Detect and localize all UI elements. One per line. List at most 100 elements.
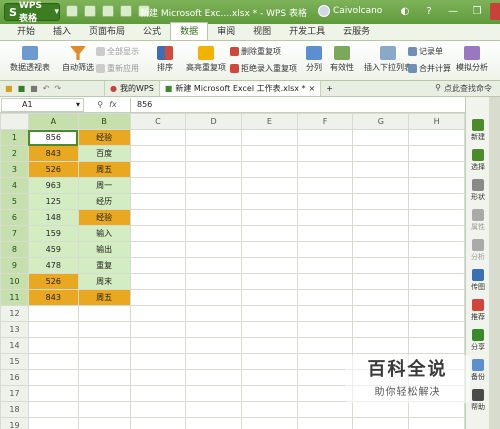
- close-tab-icon[interactable]: ×: [309, 84, 316, 93]
- cell[interactable]: [129, 161, 187, 178]
- cell[interactable]: 159: [27, 225, 79, 242]
- cell[interactable]: [241, 193, 298, 210]
- cell[interactable]: 478: [27, 257, 79, 274]
- cell[interactable]: [129, 401, 187, 418]
- cell[interactable]: [129, 337, 187, 354]
- cell[interactable]: [296, 273, 354, 290]
- cell[interactable]: [408, 161, 465, 178]
- cell[interactable]: [352, 289, 410, 306]
- row-header[interactable]: 19: [0, 417, 29, 429]
- cell[interactable]: [185, 385, 242, 402]
- row-header[interactable]: 8: [0, 241, 29, 258]
- cell[interactable]: [129, 209, 187, 226]
- row-header[interactable]: 13: [0, 321, 29, 338]
- zoom-icon[interactable]: ⚲: [97, 100, 103, 109]
- redo-small-icon[interactable]: ↷: [54, 84, 61, 93]
- cell[interactable]: [185, 177, 242, 194]
- cell[interactable]: [296, 241, 354, 258]
- tab-8[interactable]: 云服务: [334, 23, 379, 40]
- side-panel-item-1[interactable]: 选择: [466, 149, 490, 172]
- cell[interactable]: [352, 305, 410, 322]
- cell[interactable]: [352, 145, 410, 162]
- side-panel-item-3[interactable]: 属性: [466, 209, 490, 232]
- cell[interactable]: [296, 145, 354, 162]
- row-header[interactable]: 6: [0, 209, 29, 226]
- tab-workbook[interactable]: ■ 新建 Microsoft Excel 工作表.xlsx * ×: [159, 81, 322, 96]
- cell[interactable]: [241, 337, 298, 354]
- reapply-button[interactable]: 重新应用: [96, 63, 139, 74]
- reject-duplicates-button[interactable]: 拒绝录入重复项: [230, 63, 297, 74]
- cell[interactable]: [296, 129, 354, 146]
- cell[interactable]: [296, 401, 354, 418]
- row-header[interactable]: 14: [0, 337, 29, 354]
- simulate-analysis-button[interactable]: 模拟分析: [456, 46, 488, 73]
- cell[interactable]: [241, 289, 298, 306]
- tab-my-wps[interactable]: ● 我的WPS: [105, 81, 160, 96]
- cell[interactable]: 459: [27, 241, 79, 258]
- cell[interactable]: [408, 193, 465, 210]
- cell[interactable]: [241, 225, 298, 242]
- cell[interactable]: [352, 177, 410, 194]
- cell[interactable]: [185, 193, 242, 210]
- cell[interactable]: 526: [27, 161, 79, 178]
- row-header[interactable]: 18: [0, 401, 29, 418]
- cell[interactable]: [27, 321, 79, 338]
- cell[interactable]: [129, 353, 187, 370]
- row-header[interactable]: 9: [0, 257, 29, 274]
- new-tab-button[interactable]: +: [321, 84, 338, 93]
- cell[interactable]: [77, 305, 131, 322]
- cell[interactable]: [77, 401, 131, 418]
- cell[interactable]: 重复: [77, 257, 131, 274]
- cell[interactable]: 843: [27, 289, 79, 306]
- cell[interactable]: [296, 257, 354, 274]
- cell[interactable]: [408, 241, 465, 258]
- cell[interactable]: [296, 225, 354, 242]
- select-all-corner[interactable]: [0, 113, 29, 130]
- cell[interactable]: [241, 177, 298, 194]
- cell[interactable]: [352, 321, 410, 338]
- cell[interactable]: 526: [27, 273, 79, 290]
- row-header[interactable]: 4: [0, 177, 29, 194]
- cell[interactable]: [129, 257, 187, 274]
- cell[interactable]: [241, 273, 298, 290]
- cell[interactable]: [408, 289, 465, 306]
- cell[interactable]: [296, 321, 354, 338]
- cell[interactable]: [77, 417, 131, 429]
- cell[interactable]: [185, 225, 242, 242]
- cell[interactable]: 经历: [77, 193, 131, 210]
- row-header[interactable]: 15: [0, 353, 29, 370]
- row-header[interactable]: 1: [0, 129, 29, 146]
- cell[interactable]: [408, 129, 465, 146]
- row-header[interactable]: 11: [0, 289, 29, 306]
- cell[interactable]: [408, 417, 465, 429]
- tab-2[interactable]: 页面布局: [80, 23, 134, 40]
- cell[interactable]: [408, 273, 465, 290]
- cell[interactable]: [241, 385, 298, 402]
- cell[interactable]: [352, 225, 410, 242]
- cell[interactable]: [27, 369, 79, 386]
- cell[interactable]: 输出: [77, 241, 131, 258]
- row-header[interactable]: 3: [0, 161, 29, 178]
- cell[interactable]: [185, 161, 242, 178]
- cell[interactable]: [408, 177, 465, 194]
- cell[interactable]: [352, 273, 410, 290]
- cell[interactable]: [241, 305, 298, 322]
- cell[interactable]: [352, 161, 410, 178]
- column-header[interactable]: H: [408, 113, 465, 130]
- row-header[interactable]: 2: [0, 145, 29, 162]
- tab-7[interactable]: 开发工具: [280, 23, 334, 40]
- cell[interactable]: 周一: [77, 177, 131, 194]
- save-icon[interactable]: [66, 5, 78, 17]
- side-panel-item-5[interactable]: 传图: [466, 269, 490, 292]
- cell[interactable]: [77, 321, 131, 338]
- record-form-button[interactable]: 记录单: [408, 46, 443, 57]
- cell[interactable]: [129, 273, 187, 290]
- close-button[interactable]: ✕: [490, 3, 500, 20]
- cell[interactable]: [129, 241, 187, 258]
- cell[interactable]: [185, 321, 242, 338]
- cell[interactable]: [408, 401, 465, 418]
- insert-dropdown-list-button[interactable]: 插入下拉列表: [364, 46, 412, 73]
- cell[interactable]: [241, 241, 298, 258]
- cell[interactable]: [27, 337, 79, 354]
- minimize-button[interactable]: —: [442, 3, 464, 20]
